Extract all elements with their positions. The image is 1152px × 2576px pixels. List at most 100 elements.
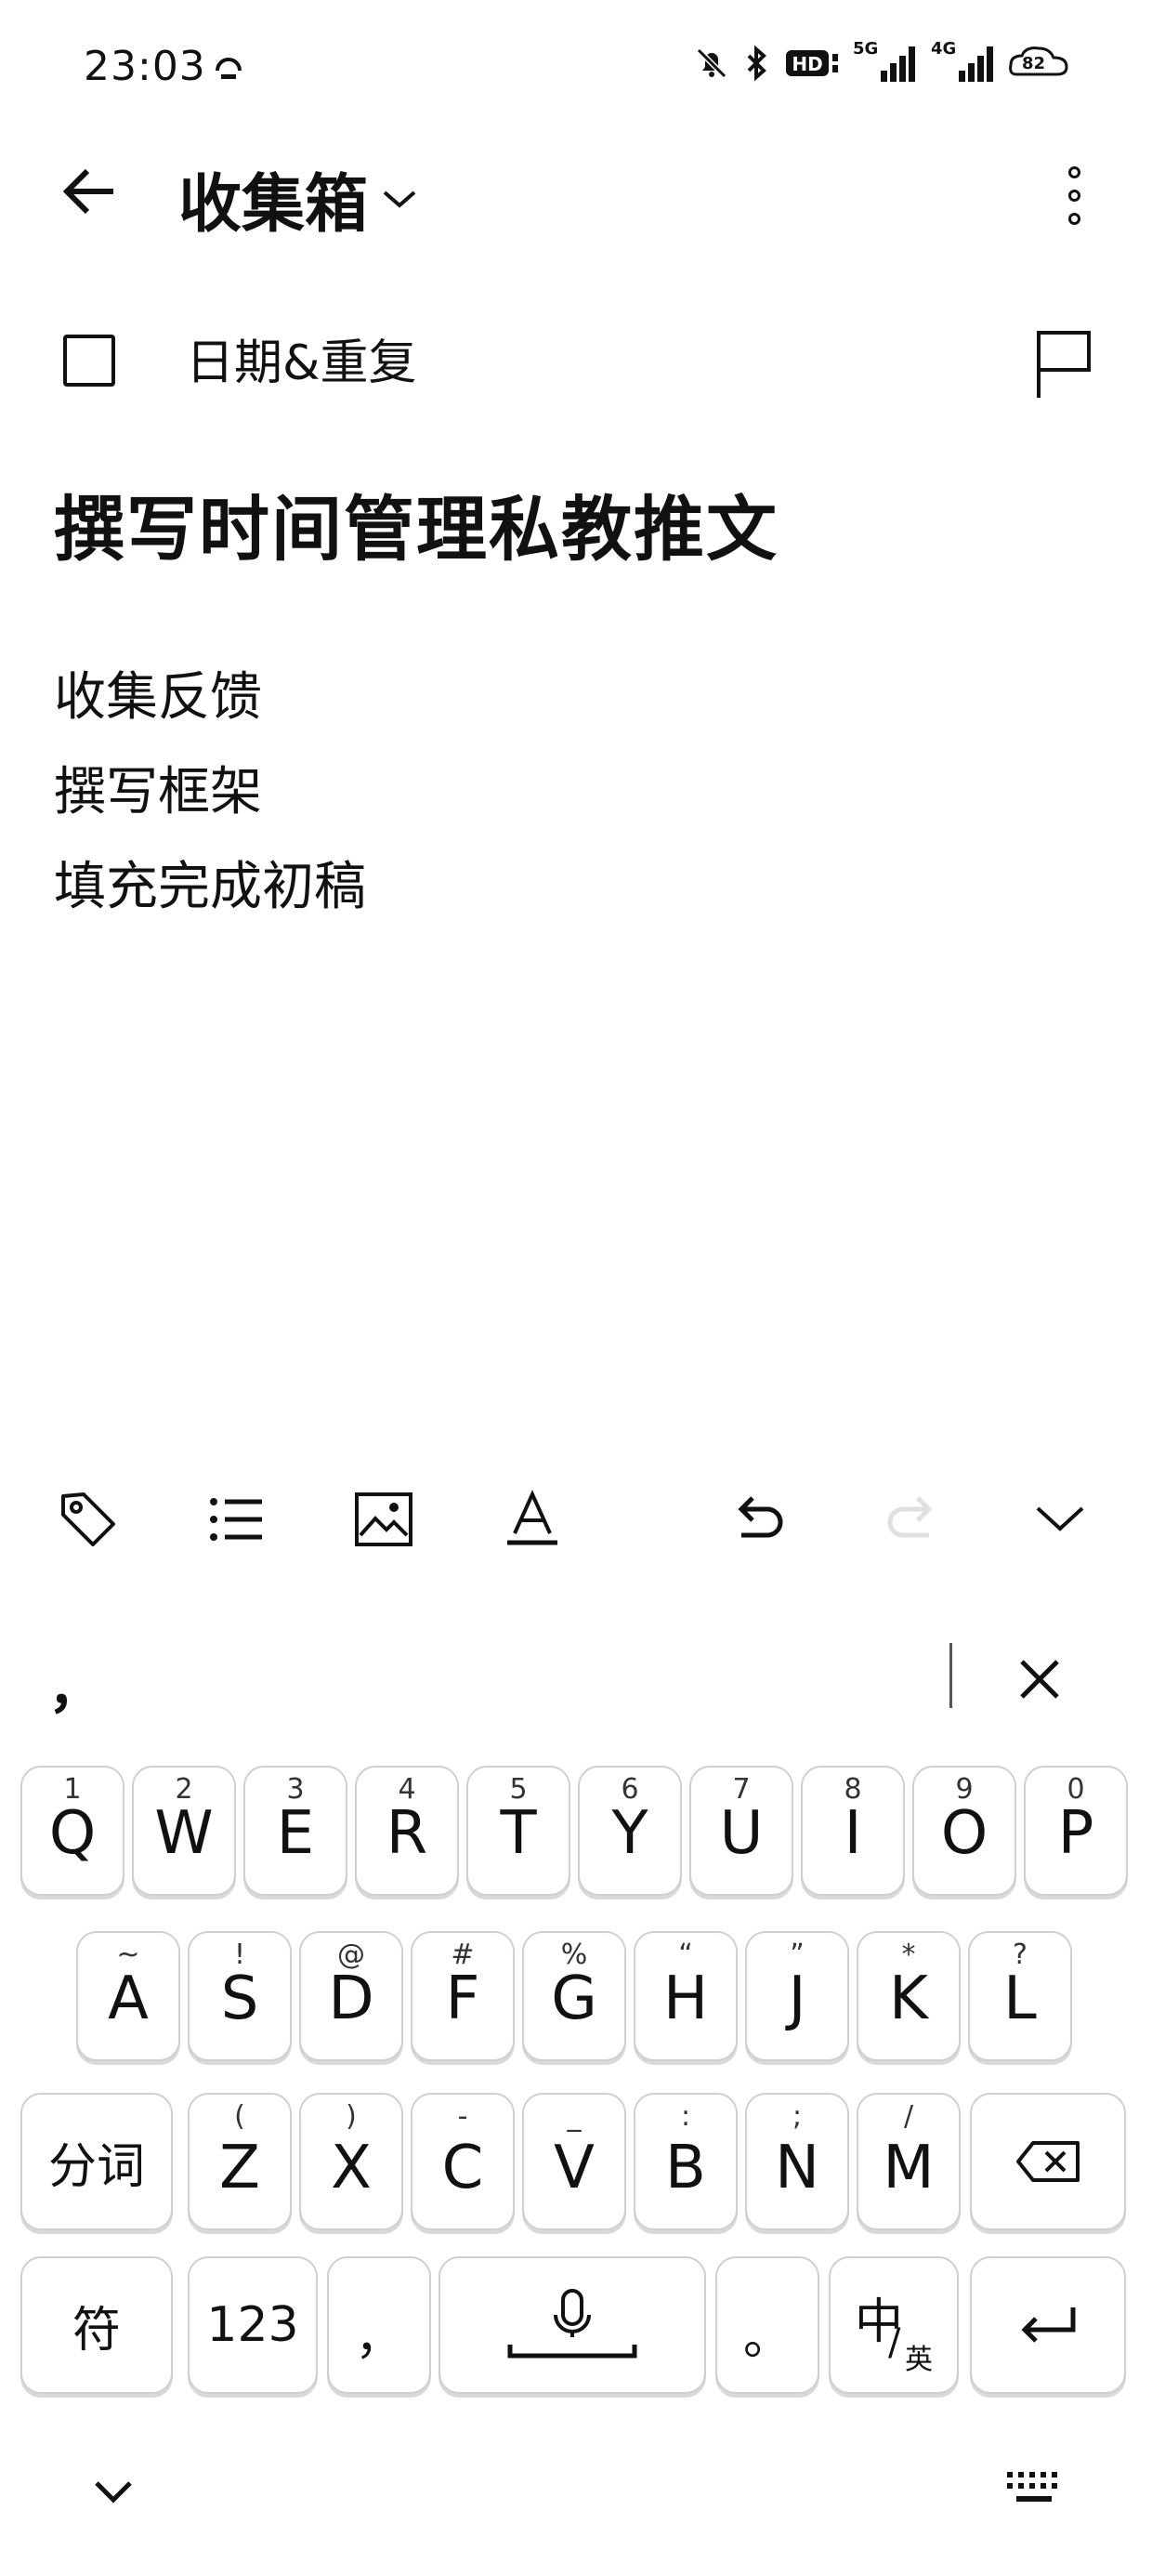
backspace-icon-wrap (972, 2095, 1124, 2228)
redo-button[interactable] (873, 1478, 957, 1561)
key-label: V (554, 2134, 595, 2202)
key-n[interactable]: ; N (745, 2093, 849, 2230)
battery-level: 82 (1022, 54, 1046, 73)
key-hint: ; (792, 2100, 803, 2133)
more-dot (1067, 189, 1080, 202)
task-description[interactable]: 收集反馈 撰写框架 填充完成初稿 (54, 651, 366, 935)
language-switch-key[interactable]: 中 / 英 (829, 2256, 959, 2394)
candidate-word[interactable]: ， (48, 1645, 102, 1723)
segment-key[interactable]: 分词 (20, 2093, 173, 2230)
key-r[interactable]: 4 R (355, 1766, 459, 1896)
more-dot (1067, 212, 1080, 225)
status-time: 23:03 (84, 43, 206, 90)
key-hint: ( (234, 2100, 245, 2133)
tag-icon (61, 1492, 115, 1546)
key-d[interactable]: @ D (299, 1931, 403, 2061)
key-p[interactable]: 0 P (1024, 1766, 1128, 1896)
task-title[interactable]: 撰写时间管理私教推文 (54, 483, 779, 576)
backspace-icon (1016, 2141, 1080, 2182)
enter-icon-wrap (972, 2258, 1124, 2392)
key-z[interactable]: ( Z (188, 2093, 292, 2230)
date-repeat-button[interactable]: 日期&重复 (186, 335, 417, 392)
text-style-button[interactable] (491, 1478, 574, 1561)
key-label: F (445, 1965, 480, 2033)
key-s[interactable]: ! S (188, 1931, 292, 2061)
key-v[interactable]: _ V (522, 2093, 626, 2230)
subtask-line[interactable]: 收集反馈 (54, 651, 366, 745)
undo-button[interactable] (713, 1478, 797, 1561)
key-label: I (844, 1799, 862, 1868)
key-k[interactable]: * K (857, 1931, 961, 2061)
lang-sub-label: 英 (905, 2344, 933, 2376)
hide-keyboard-icon[interactable] (85, 2472, 141, 2513)
key-b[interactable]: : B (634, 2093, 738, 2230)
list-button[interactable] (195, 1478, 279, 1561)
image-button[interactable] (342, 1478, 425, 1561)
key-hint: - (457, 2100, 468, 2133)
key-a[interactable]: ~ A (76, 1931, 180, 2061)
key-label: Z (219, 2134, 260, 2202)
key-label: E (276, 1799, 315, 1868)
key-label: R (386, 1799, 428, 1868)
key-f[interactable]: # F (411, 1931, 515, 2061)
key-label: 符 (72, 2302, 121, 2359)
mic-icon (507, 2289, 637, 2359)
key-label: A (108, 1965, 149, 2033)
key-i[interactable]: 8 I (801, 1766, 905, 1896)
image-icon (355, 1492, 412, 1546)
key-x[interactable]: ) X (299, 2093, 403, 2230)
flag-icon[interactable] (1031, 327, 1096, 401)
key-label: C (441, 2134, 484, 2202)
symbol-key[interactable]: 符 (20, 2256, 173, 2394)
key-hint: _ (567, 2100, 582, 2133)
collapse-toolbar-button[interactable] (1018, 1478, 1102, 1561)
lang-separator: / (888, 2321, 901, 2364)
key-u[interactable]: 7 U (689, 1766, 793, 1896)
enter-key[interactable] (970, 2256, 1126, 2394)
key-m[interactable]: / M (857, 2093, 961, 2230)
comma-key[interactable]: ， (327, 2256, 431, 2394)
hd-icon: HD (786, 50, 838, 76)
more-dot (1067, 165, 1080, 178)
key-label: S (220, 1965, 259, 2033)
key-label: H (662, 1965, 709, 2033)
key-e[interactable]: 3 E (243, 1766, 347, 1896)
key-c[interactable]: - C (411, 2093, 515, 2230)
key-w[interactable]: 2 W (132, 1766, 236, 1896)
key-y[interactable]: 6 Y (578, 1766, 682, 1896)
keyboard-switch-icon[interactable] (1001, 2464, 1067, 2511)
key-label: 分词 (47, 2138, 145, 2195)
status-bar: 23:03 HD 5G 4G 82 (0, 0, 1152, 139)
more-menu-button[interactable] (1041, 158, 1107, 232)
network-activity-icon (216, 58, 242, 79)
bell-off-icon (696, 47, 727, 79)
key-label: D (328, 1965, 374, 2033)
key-label: 123 (206, 2297, 299, 2353)
text-style-icon (507, 1490, 557, 1545)
key-q[interactable]: 1 Q (20, 1766, 124, 1896)
list-icon (210, 1498, 262, 1541)
key-label: X (331, 2134, 372, 2202)
space-voice-key[interactable] (439, 2256, 706, 2394)
close-icon[interactable] (1009, 1649, 1070, 1710)
number-key[interactable]: 123 (188, 2256, 318, 2394)
backspace-key[interactable] (970, 2093, 1126, 2230)
key-label: ， (354, 2310, 403, 2366)
signal-5g-icon: 5G (853, 39, 918, 84)
subtask-line[interactable]: 撰写框架 (54, 745, 366, 840)
key-l[interactable]: ? L (968, 1931, 1072, 2061)
back-button[interactable] (56, 158, 123, 225)
period-key[interactable]: 。 (715, 2256, 819, 2394)
key-g[interactable]: % G (522, 1931, 626, 2061)
subtask-line[interactable]: 填充完成初稿 (54, 840, 366, 935)
key-o[interactable]: 9 O (912, 1766, 1016, 1896)
key-h[interactable]: “ H (634, 1931, 738, 2061)
key-j[interactable]: ” J (745, 1931, 849, 2061)
key-label: J (788, 1965, 806, 2033)
redo-icon (887, 1496, 933, 1538)
bluetooth-icon (747, 45, 766, 82)
list-selector[interactable]: 收集箱 (178, 152, 418, 244)
task-checkbox[interactable] (63, 335, 115, 387)
tag-button[interactable] (46, 1478, 130, 1561)
key-t[interactable]: 5 T (466, 1766, 570, 1896)
